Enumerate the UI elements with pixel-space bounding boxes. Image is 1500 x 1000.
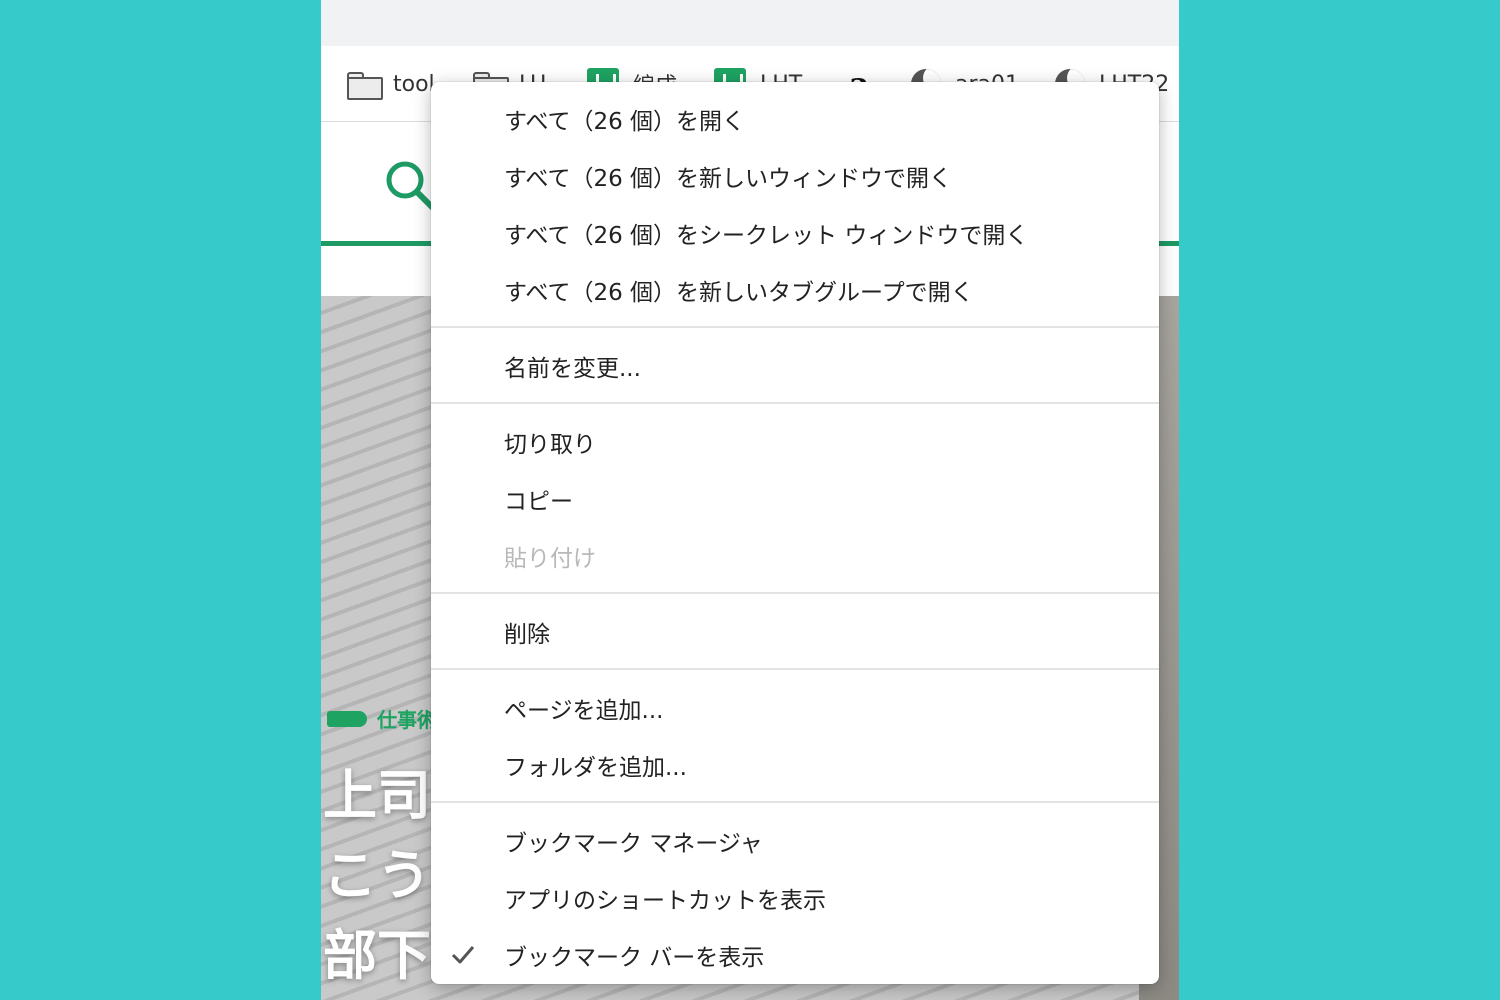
menu-item-label: ページを追加... bbox=[504, 697, 664, 724]
menu-show-app-shortcuts[interactable]: アプリのショートカットを表示 bbox=[431, 869, 1159, 926]
menu-add-page[interactable]: ページを追加... bbox=[431, 679, 1159, 736]
tab-strip bbox=[321, 0, 1179, 46]
bookmark-label: tool bbox=[393, 71, 435, 97]
checkmark-icon bbox=[451, 946, 475, 964]
menu-divider bbox=[431, 592, 1159, 594]
hero-title-line: 上司 bbox=[323, 764, 431, 827]
bookmark-folder-tool[interactable]: tool bbox=[347, 66, 435, 102]
hero-title-line: こう bbox=[323, 844, 431, 907]
menu-item-label: すべて（26 個）を新しいタブグループで開く bbox=[504, 279, 974, 306]
hero-title-line: 部下 bbox=[323, 924, 431, 987]
menu-divider bbox=[431, 668, 1159, 670]
menu-item-label: すべて（26 個）を新しいウィンドウで開く bbox=[504, 165, 953, 192]
category-label: 仕事術 bbox=[377, 708, 437, 732]
menu-item-label: すべて（26 個）を開く bbox=[504, 108, 746, 135]
menu-open-all-incognito[interactable]: すべて（26 個）をシークレット ウィンドウで開く bbox=[431, 204, 1159, 261]
menu-item-label: 貼り付け bbox=[504, 545, 596, 572]
menu-add-folder[interactable]: フォルダを追加... bbox=[431, 736, 1159, 793]
menu-delete[interactable]: 削除 bbox=[431, 603, 1159, 660]
menu-item-label: コピー bbox=[504, 488, 573, 515]
menu-item-label: フォルダを追加... bbox=[504, 754, 687, 781]
menu-open-all[interactable]: すべて（26 個）を開く bbox=[431, 90, 1159, 147]
menu-divider bbox=[431, 326, 1159, 328]
menu-paste: 貼り付け bbox=[431, 527, 1159, 584]
menu-divider bbox=[431, 402, 1159, 404]
menu-show-bookmarks-bar[interactable]: ブックマーク バーを表示 bbox=[431, 926, 1159, 983]
menu-item-label: ブックマーク バーを表示 bbox=[504, 944, 765, 971]
menu-open-all-new-window[interactable]: すべて（26 個）を新しいウィンドウで開く bbox=[431, 147, 1159, 204]
menu-item-label: すべて（26 個）をシークレット ウィンドウで開く bbox=[504, 222, 1029, 249]
menu-open-all-tab-group[interactable]: すべて（26 個）を新しいタブグループで開く bbox=[431, 261, 1159, 318]
menu-item-label: 削除 bbox=[504, 621, 550, 648]
menu-rename[interactable]: 名前を変更... bbox=[431, 337, 1159, 394]
bookmark-context-menu: すべて（26 個）を開く すべて（26 個）を新しいウィンドウで開く すべて（2… bbox=[431, 82, 1159, 984]
menu-copy[interactable]: コピー bbox=[431, 470, 1159, 527]
menu-bookmark-manager[interactable]: ブックマーク マネージャ bbox=[431, 812, 1159, 869]
category-tag[interactable]: 仕事術 bbox=[327, 704, 437, 733]
search-icon[interactable] bbox=[383, 158, 437, 212]
tag-icon bbox=[327, 710, 367, 727]
menu-item-label: 切り取り bbox=[504, 431, 596, 458]
menu-cut[interactable]: 切り取り bbox=[431, 413, 1159, 470]
menu-divider bbox=[431, 801, 1159, 803]
folder-icon bbox=[347, 72, 383, 100]
menu-item-label: ブックマーク マネージャ bbox=[504, 830, 763, 857]
menu-item-label: アプリのショートカットを表示 bbox=[504, 887, 826, 914]
menu-item-label: 名前を変更... bbox=[504, 355, 641, 382]
